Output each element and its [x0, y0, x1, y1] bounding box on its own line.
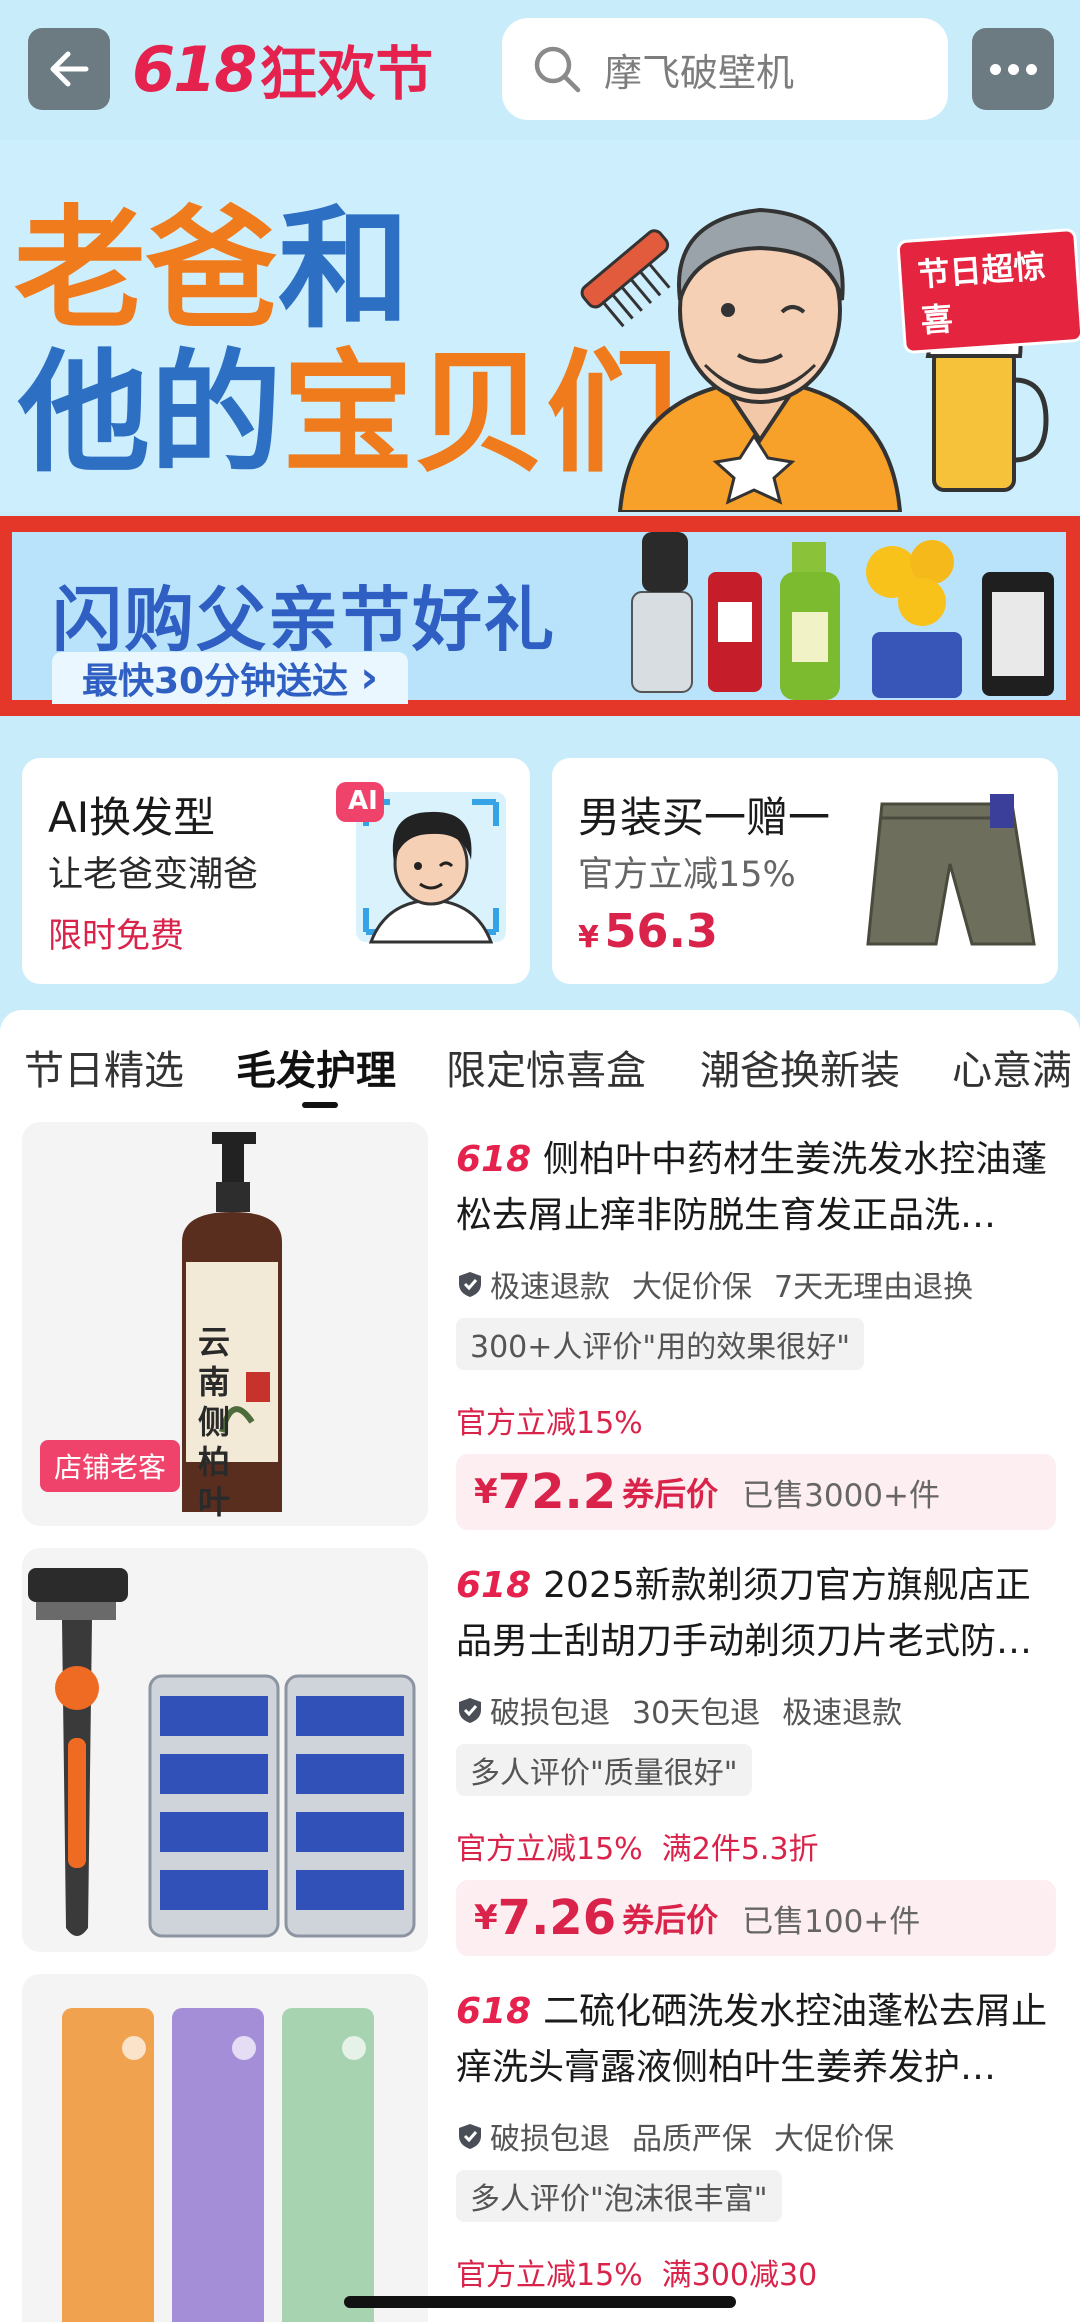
gift-products-collage	[631, 532, 1054, 700]
active-tab-indicator	[302, 1102, 338, 1108]
sold-count: 已售100+件	[742, 1903, 921, 1940]
promo-card-title: AI换发型	[48, 793, 216, 842]
flash-banner-title: 闪购父亲节好礼	[52, 579, 556, 661]
flash-banner-inner: 闪购父亲节好礼 最快30分钟送达 ›	[12, 532, 1066, 704]
product-title[interactable]: 618 二硫化硒洗发水控油蓬松去屑止痒洗头膏露液侧柏叶生姜养发护…	[456, 1984, 1056, 2096]
tab-new-outfits[interactable]: 潮爸换新装	[700, 1038, 900, 1096]
price-bar: ¥ 72.2 券后价 已售3000+件	[456, 1454, 1056, 1530]
tab-surprise-box[interactable]: 限定惊喜盒	[446, 1038, 646, 1096]
tab-festival-picks[interactable]: 节日精选	[24, 1038, 184, 1096]
promo-card-menswear[interactable]: 男装买一赠一 官方立减15% ¥ 56.3	[552, 758, 1058, 984]
back-button[interactable]	[28, 28, 110, 110]
discount-text: 官方立减15% 满300减30	[456, 2258, 818, 2293]
arrow-left-icon	[50, 51, 89, 87]
hero-badge: 节日超惊喜	[896, 227, 1080, 355]
search-placeholder: 摩飞破壁机	[604, 50, 795, 95]
brand-text: 狂欢节	[259, 40, 434, 108]
dad-illustration	[617, 207, 903, 512]
top-bar: 618 狂欢节 摩飞破壁机	[0, 0, 1080, 140]
hero-line-2: 他的宝贝们	[18, 337, 678, 491]
returning-customer-badge: 店铺老客	[40, 1440, 181, 1492]
flash-banner-subtitle[interactable]: 最快30分钟送达 ›	[52, 652, 409, 704]
promo-card-title: 男装买一赠一	[578, 793, 831, 842]
brand-number: 618	[132, 32, 257, 106]
product-card[interactable]: 618 2025新款剃须刀官方旗舰店正品男士刮胡刀手动剃须刀片老式防… 破损包退 …	[0, 1548, 1080, 1968]
home-indicator[interactable]	[344, 2296, 736, 2308]
service-tags: 极速退款 大促价保 7天无理由退换	[456, 1262, 973, 1306]
review-summary: 多人评价"泡沫很丰富"	[456, 2170, 782, 2222]
discount-text: 官方立减15%	[456, 1406, 643, 1441]
promo-card-ai-hairstyle[interactable]: AI换发型 让老爸变潮爸 限时免费 AI	[22, 758, 530, 984]
tab-hair-care[interactable]: 毛发护理	[236, 1038, 396, 1096]
shield-check-icon	[459, 2124, 481, 2149]
review-summary: 多人评价"质量很好"	[456, 1744, 752, 1796]
brand-logo: 618 狂欢节	[132, 28, 433, 110]
ai-badge: AI	[348, 786, 378, 816]
service-tags: 破损包退 30天包退 极速退款	[456, 1688, 902, 1732]
promo-card-tag: 限时免费	[48, 916, 184, 956]
product-title[interactable]: 618 2025新款剃须刀官方旗舰店正品男士刮胡刀手动剃须刀片老式防…	[456, 1558, 1056, 1670]
promo-card-subtitle: 让老爸变潮爸	[48, 855, 259, 895]
category-tabs: 节日精选 毛发护理 限定惊喜盒 潮爸换新装 心意满	[0, 1010, 1080, 1120]
more-button[interactable]	[972, 28, 1054, 110]
promo-card-price: ¥ 56.3	[578, 904, 718, 958]
product-card[interactable]: 618 二硫化硒洗发水控油蓬松去屑止痒洗头膏露液侧柏叶生姜养发护… 破损包退 品质…	[0, 1974, 1080, 2322]
search-icon	[534, 46, 581, 93]
razor-image	[28, 1568, 416, 1938]
chevron-right-icon: ›	[360, 652, 379, 703]
search-input[interactable]: 摩飞破壁机	[502, 18, 948, 120]
price-value: 72.2	[497, 1464, 617, 1520]
product-title[interactable]: 618 侧柏叶中药材生姜洗发水控油蓬松去屑止痒非防脱生育发正品洗…	[456, 1132, 1056, 1244]
product-list-panel: 节日精选 毛发护理 限定惊喜盒 潮爸换新装 心意满 云南侧柏叶 店铺老客 618…	[0, 1010, 1080, 2322]
shield-check-icon	[459, 1272, 481, 1297]
sold-count: 已售3000+件	[742, 1477, 940, 1514]
price-value: 7.26	[497, 1890, 617, 1946]
product-card[interactable]: 云南侧柏叶 店铺老客 618 侧柏叶中药材生姜洗发水控油蓬松去屑止痒非防脱生育发正…	[0, 1122, 1080, 1542]
product-image[interactable]	[22, 1548, 428, 1952]
price-bar: ¥ 7.26 券后价 已售100+件	[456, 1880, 1056, 1956]
bottle-label-text: 云南侧柏叶	[198, 1323, 231, 1521]
shorts-image	[866, 794, 1036, 946]
shield-check-icon	[459, 1698, 481, 1723]
service-tags: 破损包退 品质严保 大促价保	[456, 2114, 894, 2158]
discount-text: 官方立减15% 满2件5.3折	[456, 1832, 819, 1867]
shampoo-bottles-image	[62, 2008, 374, 2322]
product-image[interactable]	[22, 1974, 428, 2322]
review-summary: 300+人评价"用的效果很好"	[456, 1318, 864, 1370]
hero-banner[interactable]: 老爸和 他的宝贝们 节日超惊喜	[0, 140, 1080, 512]
more-dots-icon	[989, 63, 1001, 75]
product-image[interactable]: 云南侧柏叶 店铺老客	[22, 1122, 428, 1526]
hero-line-1: 老爸和	[14, 193, 410, 347]
flash-banner[interactable]: 闪购父亲节好礼 最快30分钟送达 ›	[0, 516, 1080, 716]
promo-card-subtitle: 官方立减15%	[578, 855, 796, 895]
tab-heartfelt[interactable]: 心意满	[952, 1038, 1072, 1096]
